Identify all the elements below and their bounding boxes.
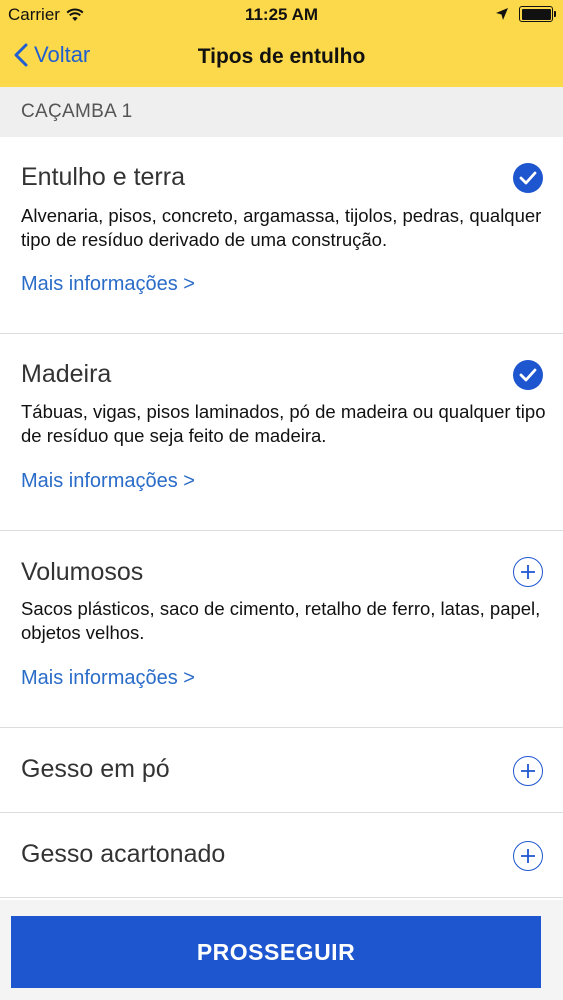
list-item-volumosos[interactable]: Volumosos Sacos plásticos, saco de cimen… xyxy=(0,531,563,728)
item-name: Volumosos xyxy=(21,558,144,586)
item-description: Sacos plásticos, saco de cimento, retalh… xyxy=(21,598,541,643)
check-icon[interactable] xyxy=(513,163,543,193)
item-name: Gesso acartonado xyxy=(21,840,226,868)
item-name: Entulho e terra xyxy=(21,163,185,191)
list-item-madeira[interactable]: Madeira Tábuas, vigas, pisos laminados, … xyxy=(0,334,563,531)
item-name: Gesso em pó xyxy=(21,755,170,783)
list-item-entulho-e-terra[interactable]: Entulho e terra Alvenaria, pisos, concre… xyxy=(0,137,563,334)
proceed-button[interactable]: PROSSEGUIR xyxy=(11,916,541,988)
item-description: Alvenaria, pisos, concreto, argamassa, t… xyxy=(21,205,542,250)
list-item-gesso-acartonado[interactable]: Gesso acartonado xyxy=(0,813,563,898)
page-title: Tipos de entulho xyxy=(197,45,366,68)
add-icon[interactable] xyxy=(513,841,543,871)
nav-bar: Voltar Tipos de entulho xyxy=(0,30,563,87)
item-name: Madeira xyxy=(21,360,112,388)
battery-icon xyxy=(519,6,556,22)
location-arrow-icon xyxy=(496,8,508,20)
more-info-link[interactable]: Mais informações > xyxy=(21,667,195,690)
footer-bar: PROSSEGUIR xyxy=(0,900,563,1000)
check-icon[interactable] xyxy=(513,360,543,390)
more-info-link[interactable]: Mais informações > xyxy=(21,470,195,493)
status-right xyxy=(495,6,556,22)
status-bar: Carrier 11:25 AM xyxy=(0,0,563,30)
more-info-link[interactable]: Mais informações > xyxy=(21,273,195,296)
list-item-gesso-em-po[interactable]: Gesso em pó xyxy=(0,728,563,813)
add-icon[interactable] xyxy=(513,557,543,587)
section-header: CAÇAMBA 1 xyxy=(0,87,563,137)
status-time: 11:25 AM xyxy=(244,5,319,24)
item-description: Tábuas, vigas, pisos laminados, pó de ma… xyxy=(21,401,546,446)
add-icon[interactable] xyxy=(513,756,543,786)
